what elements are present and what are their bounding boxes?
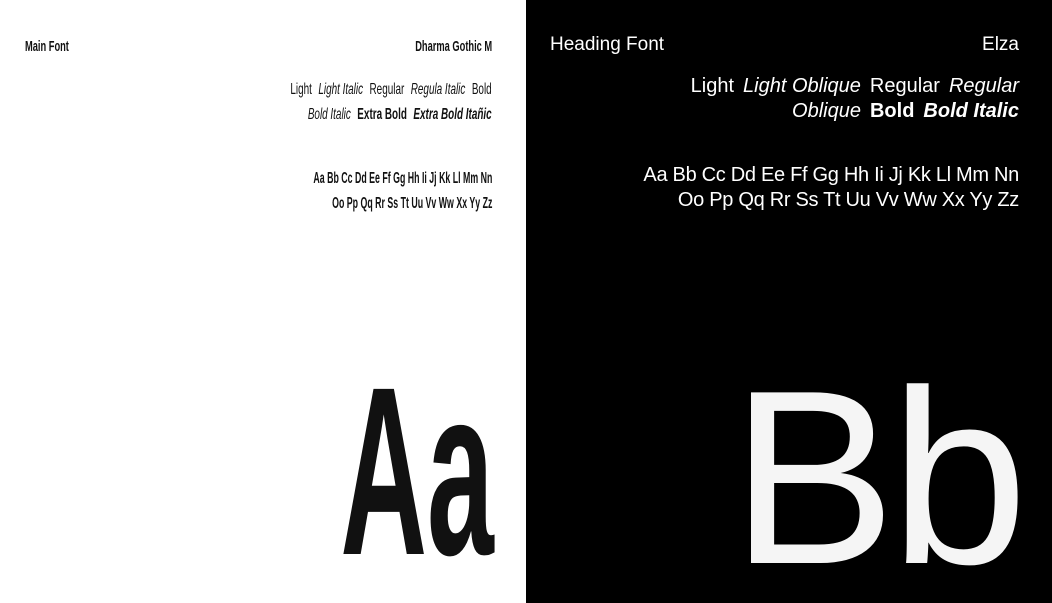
font-pairing-sheet: Main Font Dharma Gothic M Light Light It… [0,0,1052,603]
style-bold: Bold [869,100,915,122]
heading-font-styles-row-2: Oblique Bold Bold Italic [691,99,1019,124]
main-font-name: Dharma Gothic M [368,38,492,55]
main-font-name-text: Dharma Gothic M [415,38,492,55]
main-font-label-text: Main Font [25,38,69,55]
main-font-styles: Light Light Italic Regular Regula Italic… [167,77,492,127]
style-regular-oblique-part1: Regular [948,75,1019,97]
style-regular: Regular [869,75,940,97]
style-bold: Bold [472,81,492,98]
style-light-italic: Light Italic [318,81,364,98]
heading-font-styles-row-1: Light Light Oblique Regular Regular [691,74,1019,99]
style-bold-italic: Bold Italic [923,100,1019,122]
style-extra-bold-italic: Extra Bold Itañic [413,106,492,123]
heading-font-alphabet-row-2: Oo Pp Qq Rr Ss Tt Uu Vv Ww Xx Yy Zz [677,189,1019,211]
main-font-alphabet-row-2: Oo Pp Qq Rr Ss Tt Uu Vv Ww Xx Yy Zz [331,195,492,212]
main-font-specimen-text: Aa [340,337,494,603]
main-font-styles-row-1: Light Light Italic Regular Regula Italic… [291,77,492,102]
heading-font-styles: Light Light Oblique Regular Regular Oblique… [691,74,1019,124]
heading-font-name: Elza [982,34,1019,55]
style-regular: Regular [369,81,405,98]
style-light-oblique: Light Oblique [743,75,861,97]
heading-font-alphabet-row-1: Aa Bb Cc Dd Ee Ff Gg Hh Ii Jj Kk Ll Mm N… [643,164,1019,186]
heading-font-alphabet: Aa Bb Cc Dd Ee Ff Gg Hh Ii Jj Kk Ll Mm N… [643,163,1019,213]
style-bold-italic: Bold Italic [308,106,352,123]
main-font-specimen: Aa [187,351,494,591]
style-extra-bold: Extra Bold [357,106,408,123]
heading-font-label: Heading Font [550,34,665,55]
main-font-alphabet-row-1: Aa Bb Cc Dd Ee Ff Gg Hh Ii Jj Kk Ll Mm N… [313,170,492,187]
main-font-alphabet: Aa Bb Cc Dd Ee Ff Gg Hh Ii Jj Kk Ll Mm N… [167,166,492,216]
heading-font-specimen: Bb [730,338,1028,603]
style-light: Light [290,81,313,98]
style-regular-oblique-part2: Oblique [792,100,861,122]
style-regular-italic: Regula Italic [411,81,466,98]
main-font-styles-row-2: Bold Italic Extra Bold Extra Bold Itañic [291,102,492,127]
heading-font-panel: Heading Font Elza Light Light Oblique Regu… [526,0,1052,603]
main-font-label: Main Font [25,38,96,55]
main-font-panel: Main Font Dharma Gothic M Light Light It… [0,0,526,603]
style-light: Light [690,75,735,97]
